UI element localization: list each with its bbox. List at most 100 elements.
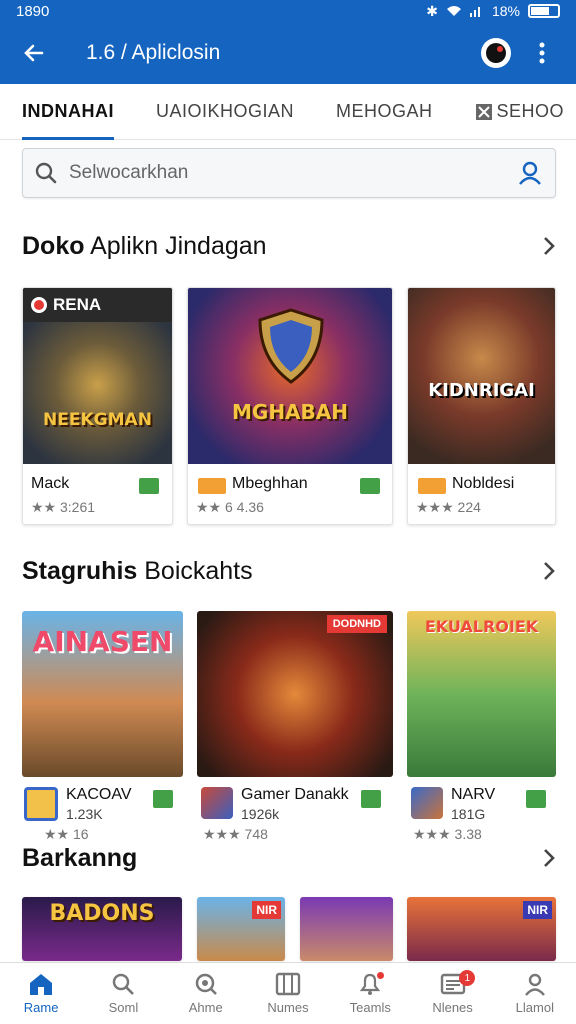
app-art: MGHABAH <box>188 288 392 464</box>
game-name: NARV <box>451 786 496 803</box>
search-icon <box>113 973 135 995</box>
art-title: KIDNRIGAI <box>428 380 535 401</box>
game-sub: 1926k <box>241 806 280 822</box>
nav-library[interactable]: Numes <box>247 963 329 1024</box>
nav-label: Llamol <box>515 1000 554 1015</box>
install-badge[interactable] <box>139 478 159 494</box>
nav-search[interactable]: Soml <box>82 963 164 1024</box>
art-title: NIR <box>252 901 281 919</box>
bottom-navigation: Rame Soml Ahme Numes Teamls 1 Nlenes Lla… <box>0 962 576 1024</box>
battery-icon <box>528 4 560 18</box>
tab-uaioikhogian[interactable]: UAIOIKHOGIAN <box>156 84 294 140</box>
game-art: NIR <box>197 897 285 961</box>
nav-label: Soml <box>108 1000 139 1015</box>
nav-notifications[interactable]: Teamls <box>329 963 411 1024</box>
art-title: AINASEN <box>32 625 173 658</box>
art-title: NEEKGMAN <box>43 410 152 430</box>
nav-label: Nlenes <box>432 1000 473 1015</box>
search-input[interactable] <box>69 162 517 184</box>
app-card[interactable]: RENA NEEKGMAN Mack ★★ 3:261 <box>22 287 173 525</box>
back-button[interactable] <box>16 35 52 71</box>
app-card[interactable]: MGHABAH Mbeghhan ★★ 6 4.36 <box>187 287 393 525</box>
record-dot-icon <box>31 297 47 313</box>
install-badge[interactable] <box>360 478 380 494</box>
tab-sehoo[interactable]: SEHOO <box>475 84 565 140</box>
search-bar <box>22 148 556 198</box>
game-card[interactable]: AINASEN <box>22 611 183 777</box>
more-options-button[interactable] <box>524 35 560 71</box>
game-art: DODNHD <box>197 611 393 777</box>
status-icons: ✱ 18% <box>426 3 560 20</box>
game-art <box>300 897 393 961</box>
app-card[interactable]: KIDNRIGAI Nobldesi ★★★ 224 <box>407 287 556 525</box>
chevron-right-icon[interactable] <box>542 847 556 869</box>
game-sub: 181G <box>451 806 486 822</box>
nav-home[interactable]: Rame <box>0 963 82 1024</box>
game-art: BADONS <box>22 897 182 961</box>
section-header-1[interactable]: Doko Aplikn Jindagan <box>22 228 556 264</box>
app-title: 1.6 / Apliclosin <box>86 41 221 64</box>
game-card[interactable]: EKUALROIEK <box>407 611 556 777</box>
game-art: NIR <box>407 897 556 961</box>
app-name: Nobldesi <box>452 475 515 492</box>
game-art: AINASEN <box>22 611 183 777</box>
arrow-left-icon <box>24 44 44 62</box>
sehoo-tab-icon <box>475 103 492 120</box>
status-bar: 1890 ✱ 18% <box>0 0 576 22</box>
game-icon <box>24 787 58 821</box>
app-rating: ★★★ 224 <box>416 499 481 515</box>
battery-percent: 18% <box>491 3 520 19</box>
app-name: Mbeghhan <box>232 475 308 492</box>
shield-icon <box>258 308 324 384</box>
record-button[interactable] <box>478 35 514 71</box>
book-icon <box>275 972 301 996</box>
corner-label: RENA <box>23 288 172 322</box>
bluetooth-icon: ✱ <box>426 2 438 19</box>
explore-icon <box>195 973 217 995</box>
install-badge[interactable] <box>361 790 381 808</box>
game-sub: 1.23K <box>66 806 103 822</box>
wifi-icon <box>446 6 461 16</box>
account-icon[interactable] <box>517 160 543 186</box>
home-icon <box>30 974 53 995</box>
game-name: Gamer Danakk <box>241 786 349 803</box>
nav-messages[interactable]: 1 Nlenes <box>411 963 493 1024</box>
person-icon <box>524 973 545 996</box>
corner-label: DODNHD <box>326 615 387 633</box>
app-rating: ★★ 3:261 <box>31 499 96 515</box>
art-title: EKUALROIEK <box>424 617 539 636</box>
tab-mehogah[interactable]: MEHOGAH <box>336 84 433 140</box>
game-card[interactable] <box>300 897 393 961</box>
signal-icon <box>469 7 480 17</box>
game-icon <box>201 787 233 819</box>
section-header-2[interactable]: Stagruhis Boickahts <box>22 553 556 589</box>
game-card[interactable]: DODNHD <box>197 611 393 777</box>
nav-profile[interactable]: Llamol <box>494 963 576 1024</box>
tab-bar: INDNAHAI UAIOIKHOGIAN MEHOGAH SEHOO <box>0 84 576 140</box>
game-card[interactable]: NIR <box>197 897 285 961</box>
tag-icon <box>418 478 446 494</box>
nav-discover[interactable]: Ahme <box>165 963 247 1024</box>
game-name: KACOAV <box>66 786 132 803</box>
app-art: KIDNRIGAI <box>408 288 555 464</box>
game-card[interactable]: BADONS <box>22 897 182 961</box>
nav-badge: 1 <box>459 970 476 986</box>
tab-indnahai[interactable]: INDNAHAI <box>22 84 114 140</box>
nav-label: Rame <box>23 1000 59 1015</box>
game-art: EKUALROIEK <box>407 611 556 777</box>
install-badge[interactable] <box>526 790 546 808</box>
chevron-right-icon[interactable] <box>542 235 556 257</box>
section-title-1: Doko Aplikn Jindagan <box>22 231 267 260</box>
game-icon <box>411 787 443 819</box>
install-badge[interactable] <box>153 790 173 808</box>
section-title-3: Barkanng <box>22 843 138 872</box>
art-title: NIR <box>523 901 552 919</box>
art-title: BADONS <box>49 901 155 926</box>
nav-label: Ahme <box>188 1000 223 1015</box>
nav-label: Teamls <box>349 1000 391 1015</box>
section-header-3[interactable]: Barkanng <box>22 840 556 876</box>
record-icon <box>481 38 511 68</box>
chevron-right-icon[interactable] <box>542 560 556 582</box>
section-title-2: Stagruhis Boickahts <box>22 556 253 585</box>
game-card[interactable]: NIR <box>407 897 556 961</box>
